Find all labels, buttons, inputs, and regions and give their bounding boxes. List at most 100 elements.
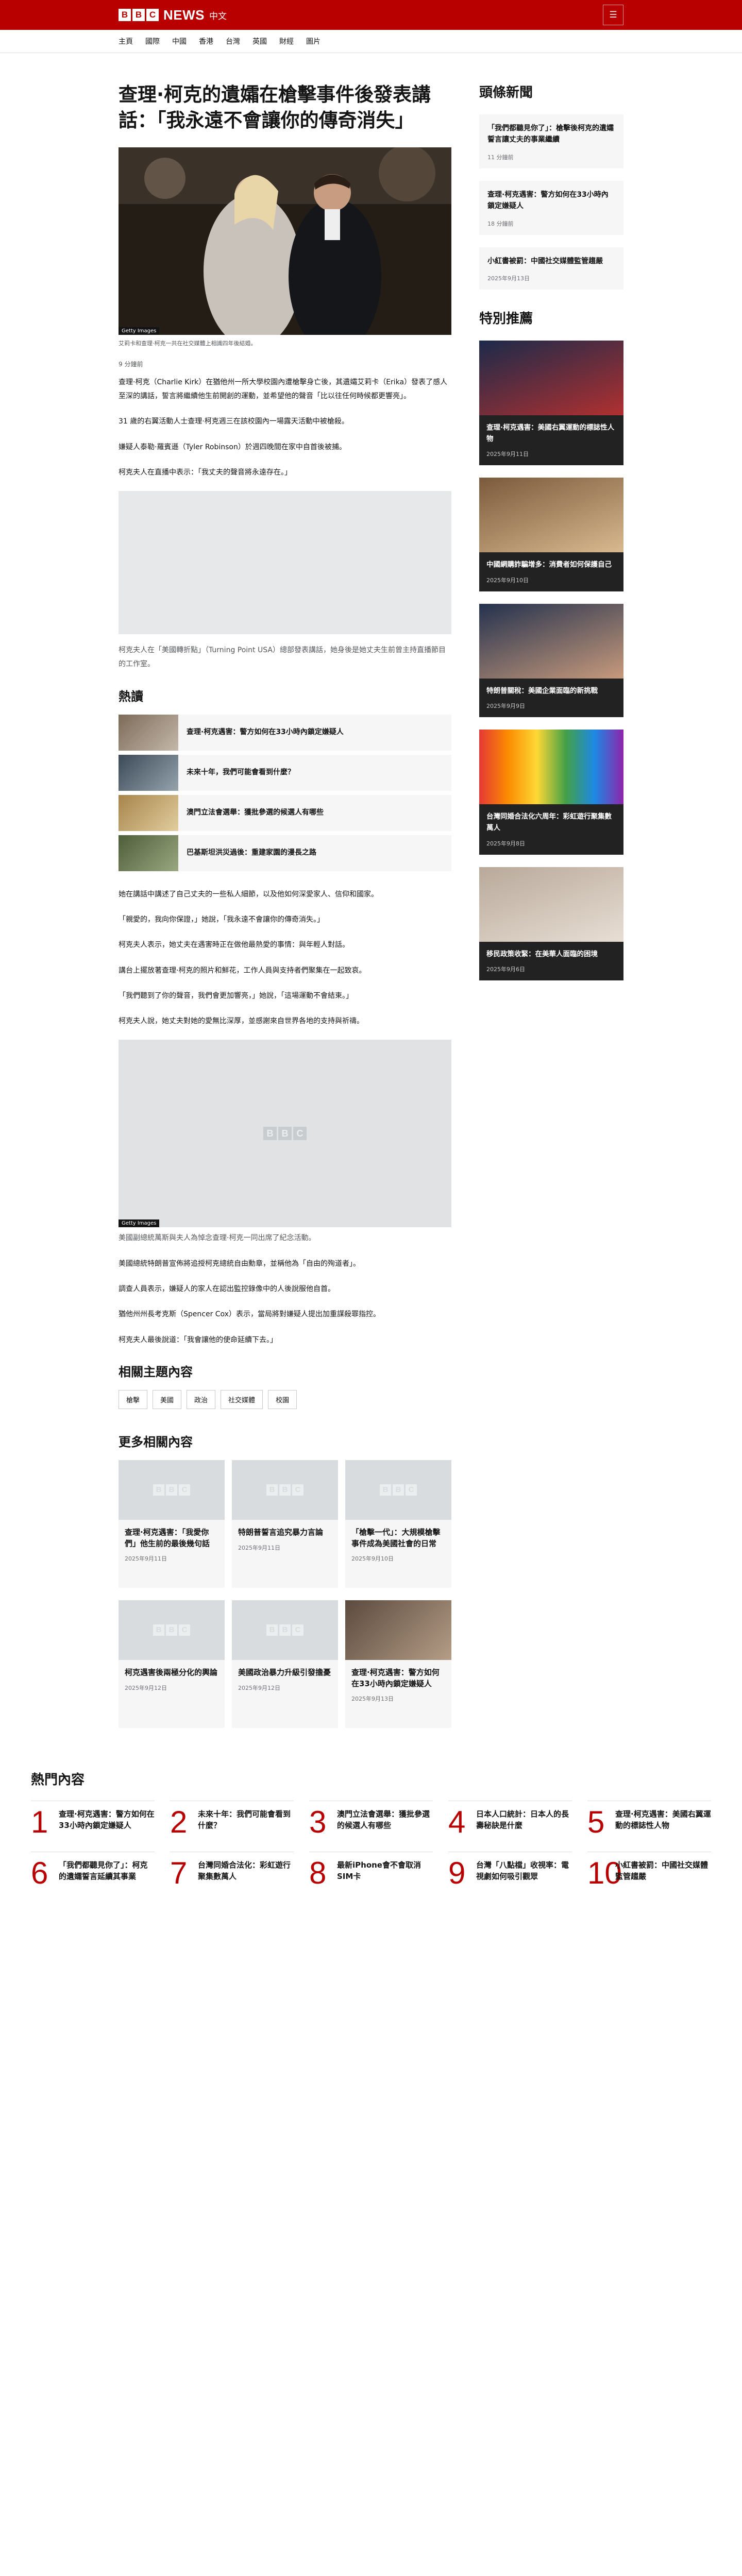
most-read-item[interactable]: 6 「我們都聽見你了」：柯克的遺孀誓言延續其事業 (31, 1851, 155, 1888)
card-date: 2025年9月12日 (238, 1684, 280, 1691)
trending-item[interactable]: 查理·柯克遇害：警方如何在33小時內鎖定嫌疑人 (119, 714, 451, 751)
feature-card[interactable]: 查理·柯克遇害：美國右翼運動的標誌性人物 2025年9月11日 (479, 340, 623, 466)
rank-number: 10 (587, 1855, 622, 1890)
nav-item-taiwan[interactable]: 台灣 (226, 36, 240, 46)
article-body: 查理·柯克（Charlie Kirk）在猶他州一所大學校園內遭槍擊身亡後，其遺孀… (119, 376, 451, 1347)
video-placeholder-logo: BBC (263, 1127, 307, 1141)
related-card[interactable]: 查理·柯克遇害：警方如何在33小時內鎖定嫌疑人 2025年9月13日 (345, 1600, 451, 1728)
feature-date: 2025年9月8日 (486, 840, 525, 847)
paragraph: 「親愛的，我向你保證，」她說，「我永遠不會讓你的傳奇消失。」 (119, 916, 324, 924)
top-story-date: 2025年9月13日 (487, 275, 530, 282)
feature-title: 中國網購詐騙增多：消費者如何保護自己 (486, 561, 612, 569)
paragraph: 31 歲的右翼活動人士查理·柯克週三在該校園內一場露天活動中被槍殺。 (119, 417, 349, 426)
nav-item-pictures[interactable]: 圖片 (306, 36, 321, 46)
feature-card[interactable]: 台灣同婚合法化六周年：彩虹遊行聚集數萬人 2025年9月8日 (479, 730, 623, 855)
feature-date: 2025年9月6日 (486, 966, 525, 973)
most-read-title-text: 澳門立法會選舉：獲批參選的候選人有哪些 (337, 1809, 430, 1831)
most-read-item[interactable]: 2 未來十年：我們可能會看到什麼？ (170, 1800, 294, 1837)
most-read-item[interactable]: 8 最新iPhone會不會取消SIM卡 (309, 1851, 433, 1888)
feature-card[interactable]: 特朗普關稅：美國企業面臨的新挑戰 2025年9月9日 (479, 603, 623, 718)
feature-title: 台灣同婚合法化六周年：彩虹遊行聚集數萬人 (486, 812, 612, 832)
paragraph: 「我們聽到了你的聲音，我們會更加響亮，」她說，「這場運動不會結束。」 (119, 991, 353, 1000)
top-story-item[interactable]: 「我們都聽見你了」：槍擊後柯克的遺孀誓言讓丈夫的事業繼續 11 分鐘前 (479, 114, 623, 168)
nav-item-world[interactable]: 國際 (145, 36, 160, 46)
most-read-title: 熱門內容 (31, 1772, 85, 1788)
features-title: 特別推薦 (479, 311, 533, 327)
paragraph: 猶他州州長考克斯（Spencer Cox）表示，當局將對嫌疑人提出加重謀殺罪指控… (119, 1310, 380, 1319)
trending-item-title: 未來十年，我們可能會看到什麼？ (187, 768, 295, 777)
top-story-item[interactable]: 小紅書被罰：中國社交媒體監管趨嚴 2025年9月13日 (479, 247, 623, 290)
feature-card[interactable]: 中國網購詐騙增多：消費者如何保護自己 2025年9月10日 (479, 478, 623, 591)
trending-thumbnail (119, 835, 178, 871)
topic-chip[interactable]: 校園 (268, 1389, 297, 1409)
most-read-title-text: 查理·柯克遇害：美國右翼運動的標誌性人物 (615, 1809, 711, 1831)
paragraph: 柯克夫人最後說道：「我會讓他的使命延續下去。」 (119, 1335, 277, 1344)
related-topics-title: 相關主題內容 (119, 1364, 193, 1379)
related-topics-list: 槍擊 美國 政治 社交媒體 校園 (119, 1389, 451, 1409)
topic-chip[interactable]: 政治 (187, 1389, 216, 1409)
nav-item-home[interactable]: 主頁 (119, 36, 133, 46)
rank-number: 7 (170, 1855, 188, 1890)
topic-chip[interactable]: 社交媒體 (221, 1389, 263, 1409)
article-timestamp: 9 分鐘前 (119, 360, 143, 368)
related-card[interactable]: BBC 「槍擊一代」：大規模槍擊事件成為美國社會的日常 2025年9月10日 (345, 1460, 451, 1588)
top-stories-title: 頭條新聞 (479, 85, 533, 100)
most-read-item[interactable]: 7 台灣同婚合法化：彩虹遊行聚集數萬人 (170, 1851, 294, 1890)
article-headline: 查理·柯克的遺孀在槍擊事件後發表講話：「我永遠不會讓你的傳奇消失」 (119, 83, 431, 132)
rank-number: 3 (309, 1804, 327, 1839)
related-card[interactable]: BBC 特朗普誓言追究暴力言論 2025年9月11日 (232, 1460, 338, 1588)
related-card[interactable]: BBC 查理·柯克遇害：「我愛你們」他生前的最後幾句話 2025年9月11日 (119, 1460, 225, 1588)
trending-item-title: 巴基斯坦洪災過後：重建家園的漫長之路 (187, 849, 316, 857)
nav-item-business[interactable]: 財經 (279, 36, 294, 46)
rank-number: 9 (448, 1855, 466, 1890)
most-read-title-text: 小紅書被罰：中國社交媒體監管趨嚴 (615, 1860, 709, 1882)
more-content-grid: BBC 查理·柯克遇害：「我愛你們」他生前的最後幾句話 2025年9月11日 BB… (119, 1460, 451, 1728)
trending-item[interactable]: 未來十年，我們可能會看到什麼？ (119, 754, 451, 791)
related-card[interactable]: BBC 美國政治暴力升級引發擔憂 2025年9月12日 (232, 1600, 338, 1728)
topic-chip[interactable]: 美國 (153, 1389, 182, 1409)
logo-language: 中文 (209, 11, 227, 22)
video-caption: 美國副總統萬斯與夫人為悼念查理·柯克一同出席了紀念活動。 (119, 1234, 316, 1243)
most-read-item[interactable]: 3 澳門立法會選舉：獲批參選的候選人有哪些 (309, 1800, 433, 1839)
paragraph: 她在講話中講述了自己丈夫的一些私人細節，以及他如何深愛家人、信仰和國家。 (119, 890, 378, 899)
most-read-item[interactable]: 4 日本人口統計：日本人的長壽秘訣是什麼 (448, 1800, 572, 1837)
most-read-title-text: 未來十年：我們可能會看到什麼？ (198, 1809, 291, 1831)
card-date: 2025年9月13日 (351, 1696, 394, 1703)
feature-title: 特朗普關稅：美國企業面臨的新挑戰 (486, 686, 598, 695)
most-read-item[interactable]: 9 台灣「八點檔」收視率：電視劇如何吸引觀眾 (448, 1851, 572, 1890)
most-read-item[interactable]: 5 查理·柯克遇害：美國右翼運動的標誌性人物 (587, 1800, 711, 1837)
nav-item-uk[interactable]: 英國 (252, 36, 267, 46)
paragraph: 調查人員表示，嫌疑人的家人在認出監控錄像中的人後說服他自首。 (119, 1285, 335, 1294)
related-card[interactable]: BBC 柯克遇害後兩極分化的輿論 2025年9月12日 (119, 1600, 225, 1728)
embedded-media[interactable] (119, 491, 451, 635)
feature-card[interactable]: 移民政策收緊：在美華人面臨的困境 2025年9月6日 (479, 867, 623, 981)
most-read-title-text: 台灣同婚合法化：彩虹遊行聚集數萬人 (198, 1860, 291, 1882)
main-navigation: 主頁 國際 中國 香港 台灣 英國 財經 圖片 (0, 30, 742, 53)
top-story-title: 查理·柯克遇害：警方如何在33小時內鎖定嫌疑人 (487, 190, 609, 211)
paragraph: 查理·柯克（Charlie Kirk）在猶他州一所大學校園內遭槍擊身亡後，其遺孀… (119, 378, 448, 400)
nav-item-hongkong[interactable]: 香港 (199, 36, 213, 46)
most-read-item[interactable]: 10 小紅書被罰：中國社交媒體監管趨嚴 (587, 1851, 711, 1890)
card-date: 2025年9月10日 (351, 1555, 394, 1563)
logo-letter: B (132, 9, 145, 21)
video-player[interactable]: BBC Getty Images (119, 1040, 451, 1228)
most-read-title-text: 日本人口統計：日本人的長壽秘訣是什麼 (476, 1809, 569, 1831)
trending-thumbnail (119, 754, 178, 791)
trending-item[interactable]: 巴基斯坦洪災過後：重建家園的漫長之路 (119, 835, 451, 871)
feature-title: 移民政策收緊：在美華人面臨的困境 (486, 950, 598, 958)
paragraph: 柯克夫人表示，她丈夫在遇害時正在做他最熱愛的事情：與年輕人對話。 (119, 941, 349, 950)
paragraph: 柯克夫人說，她丈夫對她的愛無比深厚，並感謝來自世界各地的支持與祈禱。 (119, 1017, 364, 1026)
card-title: 查理·柯克遇害：「我愛你們」他生前的最後幾句話 (125, 1527, 210, 1548)
top-story-item[interactable]: 查理·柯克遇害：警方如何在33小時內鎖定嫌疑人 18 分鐘前 (479, 180, 623, 235)
topic-chip[interactable]: 槍擊 (119, 1389, 148, 1409)
logo-letter: B (119, 9, 131, 21)
top-story-date: 11 分鐘前 (487, 154, 514, 161)
nav-item-china[interactable]: 中國 (172, 36, 187, 46)
top-story-title: 小紅書被罰：中國社交媒體監管趨嚴 (487, 257, 603, 265)
bbc-news-logo[interactable]: B B C NEWS 中文 (119, 7, 227, 23)
paragraph: 柯克夫人在直播中表示：「我丈夫的聲音將永遠存在。」 (119, 468, 292, 477)
trending-item[interactable]: 澳門立法會選舉：獲批參選的候選人有哪些 (119, 794, 451, 831)
feature-date: 2025年9月11日 (486, 451, 529, 458)
menu-icon[interactable]: ☰ (603, 5, 623, 25)
most-read-item[interactable]: 1 查理·柯克遇害：警方如何在33小時內鎖定嫌疑人 (31, 1800, 155, 1837)
